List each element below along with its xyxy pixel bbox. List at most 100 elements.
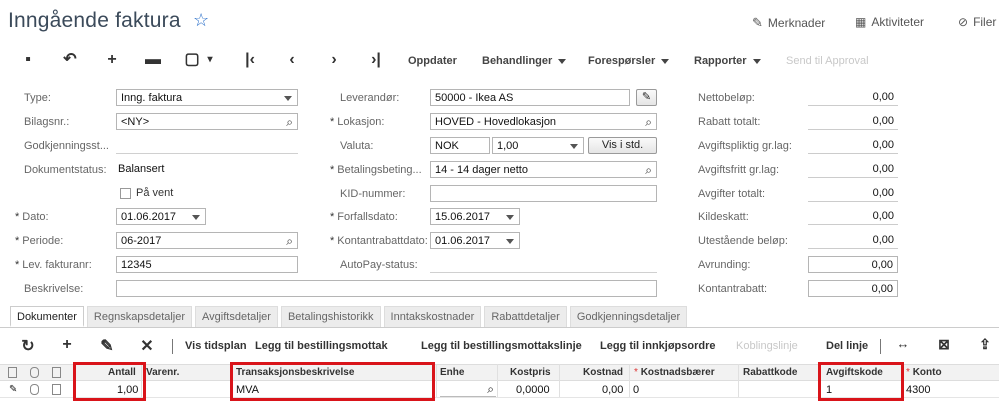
activities-link[interactable]: ▦ Aktiviteter [855, 15, 924, 29]
note-icon[interactable] [52, 384, 61, 395]
cell-costcode[interactable]: 0 [633, 384, 639, 396]
date-field[interactable]: 01.06.2017 [116, 208, 206, 225]
chevron-down-icon [506, 239, 514, 244]
detail-tabs: Dokumenter Regnskapsdetaljer Avgiftsdeta… [10, 306, 690, 328]
reports-menu[interactable]: Rapporter [694, 55, 761, 67]
col-discount-code[interactable]: Rabattkode [743, 367, 797, 378]
favorite-star-icon[interactable]: ☆ [193, 10, 209, 31]
total-value: 0,00 [808, 137, 898, 154]
ref-nbr-field[interactable]: <NY> ⌕ [116, 113, 298, 130]
tab-documents[interactable]: Dokumenter [10, 306, 84, 327]
col-item[interactable]: Varenr. [146, 367, 179, 378]
send-approval-button[interactable]: Send til Approval [786, 55, 869, 67]
total-value: 0,00 [808, 232, 898, 249]
view-schedule-button[interactable]: Vis tidsplan [185, 340, 247, 352]
edit-row-icon[interactable]: ✎ [9, 384, 17, 395]
vendor-ref-field[interactable]: 12345 [116, 256, 298, 273]
location-field[interactable]: HOVED - Hovedlokasjon ⌕ [430, 113, 657, 130]
split-line-button[interactable]: Del linje [826, 340, 868, 352]
upload-icon[interactable]: ⇪ [975, 336, 995, 353]
terms-field[interactable]: 14 - 14 dager netto ⌕ [430, 161, 657, 178]
on-hold-checkbox[interactable]: På vent [120, 187, 173, 199]
period-label: * Periode: [15, 235, 64, 247]
currency-rate-select[interactable]: 1,00 [492, 137, 584, 154]
due-date-field[interactable]: 15.06.2017 [430, 208, 520, 225]
edit-row-icon[interactable]: ✎ [97, 336, 117, 356]
ref-nbr-label: Bilagsnr.: [24, 116, 70, 128]
chevron-down-icon [570, 144, 578, 149]
delete-icon[interactable]: ▬ [143, 50, 163, 70]
tab-discount-details[interactable]: Rabattdetaljer [484, 306, 567, 327]
copy-dropdown-icon[interactable]: ▾ [200, 50, 220, 70]
kid-field[interactable] [430, 185, 657, 202]
total-value: 0,00 [808, 113, 898, 130]
total-label: Utestående beløp: [698, 235, 788, 247]
tab-payment-history[interactable]: Betalingshistorikk [280, 306, 381, 327]
add-po-button[interactable]: Legg til innkjøpsordre [600, 340, 716, 352]
highlight-qty [73, 362, 146, 401]
export-excel-icon[interactable]: ⊠ [934, 336, 954, 353]
tab-approval-details[interactable]: Godkjenningsdetaljer [569, 306, 688, 327]
note-edit-icon: ✎ [752, 15, 763, 30]
first-record-icon[interactable]: |‹ [240, 50, 260, 70]
tab-financial-details[interactable]: Regnskapsdetaljer [86, 306, 193, 327]
total-label: Avgiftsfritt gr.lag: [698, 164, 780, 176]
col-cost[interactable]: Kostnad [583, 367, 623, 378]
next-record-icon[interactable]: › [324, 50, 344, 70]
cash-discount-field[interactable]: 0,00 [808, 280, 898, 297]
add-receipt-button[interactable]: Legg til bestillingsmottak [255, 340, 388, 352]
previous-record-icon[interactable]: ‹ [282, 50, 302, 70]
discount-date-field[interactable]: 01.06.2017 [430, 232, 520, 249]
checkbox-box[interactable] [120, 187, 131, 199]
tab-tax-details[interactable]: Avgiftsdetaljer [195, 306, 278, 327]
add-row-icon[interactable]: + [57, 336, 77, 354]
save-icon[interactable]: ▪ [18, 50, 38, 70]
cell-unit-cost[interactable]: 0,0000 [516, 384, 550, 396]
cell-account[interactable]: 4300 [906, 384, 930, 396]
actions-menu[interactable]: Behandlinger [482, 55, 567, 67]
col-account[interactable]: * Konto [906, 367, 942, 378]
description-field[interactable] [116, 280, 657, 297]
copy-icon[interactable]: ▢ [182, 50, 202, 70]
tab-landed-costs[interactable]: Inntakskostnader [383, 306, 482, 327]
fit-columns-icon[interactable]: ↔ [893, 336, 913, 351]
rounding-field[interactable]: 0,00 [808, 256, 898, 273]
cell-uom[interactable]: ⌕ [440, 382, 496, 397]
refresh-button[interactable]: Oppdater [408, 55, 457, 67]
tab-divider [0, 327, 999, 328]
main-toolbar: ▪ ↶ + ▬ ▢ ▾ |‹ ‹ › ›| Oppdater Behandlin… [0, 46, 999, 76]
due-date-label: * Forfallsdato: [330, 211, 398, 223]
add-receipt-line-button[interactable]: Legg til bestillingsmottakslinje [421, 340, 582, 352]
toolbar-separator [880, 339, 881, 354]
type-select[interactable]: Inng. faktura [116, 89, 298, 106]
cell-cost[interactable]: 0,00 [602, 384, 623, 396]
edit-vendor-icon[interactable]: ✎ [636, 89, 657, 106]
notes-link[interactable]: ✎ Merknader [752, 15, 825, 31]
attachment-icon[interactable] [30, 384, 39, 395]
last-record-icon[interactable]: ›| [366, 50, 386, 70]
col-unit-cost[interactable]: Kostpris [510, 367, 551, 378]
chevron-down-icon [661, 58, 670, 64]
view-base-button[interactable]: Vis i std. [588, 137, 657, 154]
date-label: * Dato: [15, 211, 49, 223]
vendor-field[interactable]: 50000 - Ikea AS [430, 89, 630, 106]
highlight-description [230, 362, 435, 401]
toolbar-separator [172, 339, 173, 354]
type-label: Type: [24, 92, 51, 104]
refresh-icon[interactable]: ↻ [18, 336, 38, 356]
total-label: Nettobeløp: [698, 92, 755, 104]
vendor-ref-label: * Lev. fakturanr: [15, 259, 92, 271]
inquiries-menu[interactable]: Forespørsler [588, 55, 670, 67]
files-link[interactable]: ⊘ Filer [958, 15, 996, 29]
undo-icon[interactable]: ↶ [60, 50, 80, 70]
link-line-button[interactable]: Koblingslinje [736, 340, 798, 352]
col-uom[interactable]: Enhe [440, 367, 464, 378]
period-field[interactable]: 06-2017 ⌕ [116, 232, 298, 249]
row-selector-icon[interactable] [8, 367, 17, 378]
currency-code-field[interactable]: NOK [430, 137, 490, 154]
vendor-label: Leverandør: [340, 92, 400, 104]
col-costcode[interactable]: * Kostnadsbærer [634, 367, 715, 378]
delete-row-icon[interactable]: ✕ [137, 336, 157, 356]
total-value: 0,00 [808, 161, 898, 178]
add-icon[interactable]: + [102, 50, 122, 70]
